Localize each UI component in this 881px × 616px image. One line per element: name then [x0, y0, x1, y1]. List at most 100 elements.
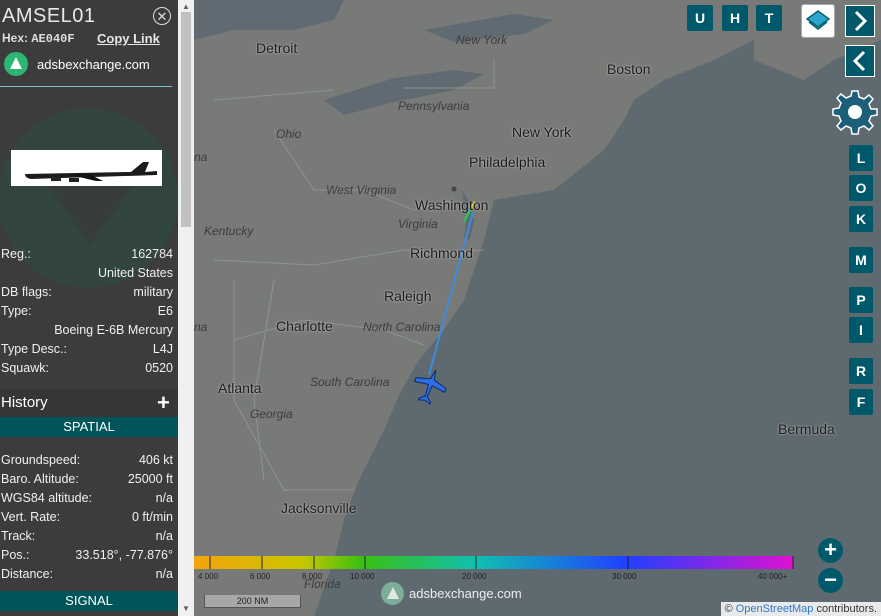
- map-label-city: Detroit: [256, 40, 298, 56]
- layers-button[interactable]: [801, 4, 835, 38]
- map-svg: [194, 0, 881, 616]
- map-button-h[interactable]: H: [722, 5, 748, 31]
- map-label-city: Bermuda: [778, 421, 835, 437]
- detail-value: E6: [157, 304, 173, 318]
- map-button-o[interactable]: O: [849, 175, 873, 201]
- map-label-state: Georgia: [250, 407, 293, 421]
- altitude-legend-label: 30 000: [612, 572, 637, 581]
- scroll-up-icon[interactable]: ▲: [182, 2, 190, 11]
- altitude-legend-label: 8 000: [302, 572, 323, 581]
- map-label-state: Virginia: [398, 217, 438, 231]
- map-label-city: Washington: [415, 197, 489, 213]
- spatial-key: Pos.:: [1, 548, 30, 562]
- spatial-value: 33.518°, -77.876°: [75, 548, 173, 562]
- site-name: adsbexchange.com: [37, 56, 150, 72]
- map-label-state: na: [194, 320, 208, 334]
- detail-key: DB flags:: [1, 285, 52, 299]
- map-button-r[interactable]: R: [849, 358, 873, 384]
- zoom-out-button[interactable]: −: [818, 568, 843, 593]
- spatial-key: Distance:: [1, 567, 54, 581]
- map-button-t[interactable]: T: [756, 5, 782, 31]
- spatial-row: Distance: n/a: [1, 567, 173, 581]
- spatial-key: WGS84 altitude:: [1, 491, 93, 505]
- aircraft-marker-icon[interactable]: [410, 367, 450, 405]
- detail-row: Squawk: 0520: [1, 361, 173, 375]
- map-button-k[interactable]: K: [849, 206, 873, 232]
- sidebar-scrollbar[interactable]: ▲ ▼: [178, 0, 194, 616]
- detail-key: Reg.:: [1, 247, 31, 261]
- spatial-row: Vert. Rate: 0 ft/min: [1, 510, 173, 524]
- map-label-state: South Carolina: [310, 375, 390, 389]
- spatial-value: n/a: [155, 567, 173, 581]
- map-button-i[interactable]: I: [849, 317, 873, 343]
- map-label-city: New York: [512, 124, 572, 140]
- detail-row: Boeing E-6B Mercury: [1, 323, 173, 337]
- map-button-f[interactable]: F: [849, 389, 873, 415]
- map-label-state: West Virginia: [326, 183, 397, 197]
- spatial-key: Baro. Altitude:: [1, 472, 79, 486]
- detail-row: Reg.: 162784: [1, 247, 173, 261]
- collapse-sidebar-button[interactable]: [845, 45, 875, 77]
- signal-section-header[interactable]: SIGNAL: [0, 591, 178, 611]
- settings-button[interactable]: [831, 88, 879, 136]
- osm-link[interactable]: OpenStreetMap: [736, 603, 814, 615]
- chevron-right-icon: [854, 10, 868, 32]
- altitude-legend-label: 4 000: [198, 572, 219, 581]
- map-label-city: Charlotte: [276, 318, 333, 334]
- spatial-value: n/a: [155, 529, 173, 543]
- history-header[interactable]: History +: [0, 389, 178, 417]
- spatial-section-header[interactable]: SPATIAL: [0, 417, 178, 437]
- scrollbar-thumb[interactable]: [181, 12, 191, 227]
- scroll-down-icon[interactable]: ▼: [182, 604, 190, 613]
- detail-value: military: [133, 285, 173, 299]
- attribution-prefix: ©: [724, 603, 733, 615]
- spatial-value: n/a: [155, 491, 173, 505]
- map-label-city: Raleigh: [384, 288, 432, 304]
- gear-icon: [832, 90, 878, 135]
- detail-key: Type Desc.:: [1, 342, 67, 356]
- map-label-city: Jacksonville: [281, 500, 357, 516]
- map-button-p[interactable]: P: [849, 287, 873, 313]
- plus-icon[interactable]: +: [157, 390, 170, 416]
- map-button-l[interactable]: L: [849, 145, 873, 171]
- detail-row: DB flags: military: [1, 285, 173, 299]
- map-label-city: Richmond: [410, 245, 474, 261]
- zoom-in-button[interactable]: +: [818, 538, 843, 563]
- altitude-legend-label: 10 000: [350, 572, 375, 581]
- altitude-legend-label: 20 000: [462, 572, 487, 581]
- map-label-state: New York: [456, 33, 508, 47]
- hex-value: AE040F: [31, 32, 75, 46]
- detail-key: Squawk:: [1, 361, 49, 375]
- map-label-state: na: [194, 150, 208, 164]
- aircraft-photo[interactable]: [11, 150, 162, 186]
- map-button-m[interactable]: M: [849, 247, 873, 273]
- detail-value: 162784: [131, 247, 173, 261]
- altitude-color-legend: [194, 556, 794, 569]
- chevron-left-icon: [852, 50, 866, 72]
- spatial-row: Track: n/a: [1, 529, 173, 543]
- map-label-city: Atlanta: [218, 380, 262, 396]
- expand-sidebar-button[interactable]: [845, 5, 875, 37]
- divider: [0, 86, 172, 87]
- site-link[interactable]: adsbexchange.com: [4, 52, 150, 76]
- map-label-state: Ohio: [276, 127, 302, 141]
- adsbexchange-watermark-icon: [381, 582, 404, 605]
- map-label-state: North Carolina: [363, 320, 441, 334]
- map-canvas[interactable]: Detroit New York Boston Pennsylvania Ohio New…: [194, 0, 881, 616]
- spatial-key: Groundspeed:: [1, 453, 81, 467]
- attribution-suffix: contributors.: [816, 603, 877, 615]
- close-icon[interactable]: ✕: [153, 7, 171, 25]
- spatial-row: Pos.: 33.518°, -77.876°: [1, 548, 173, 562]
- info-sidebar: AMSEL01 ✕ Hex: AE040F Copy Link adsbexch…: [0, 0, 178, 616]
- map-button-u[interactable]: U: [687, 5, 713, 31]
- map-label-city: Philadelphia: [469, 154, 546, 170]
- watermark-text: adsbexchange.com: [409, 586, 522, 601]
- spatial-value: 406 kt: [138, 453, 173, 467]
- map-label-state: Kentucky: [204, 224, 254, 238]
- copy-link[interactable]: Copy Link: [97, 31, 160, 46]
- detail-row: Type: E6: [1, 304, 173, 318]
- detail-value: L4J: [152, 342, 173, 356]
- hex-label: Hex:: [2, 31, 29, 45]
- watermark: adsbexchange.com: [381, 582, 522, 605]
- spatial-value: 25000 ft: [127, 472, 173, 486]
